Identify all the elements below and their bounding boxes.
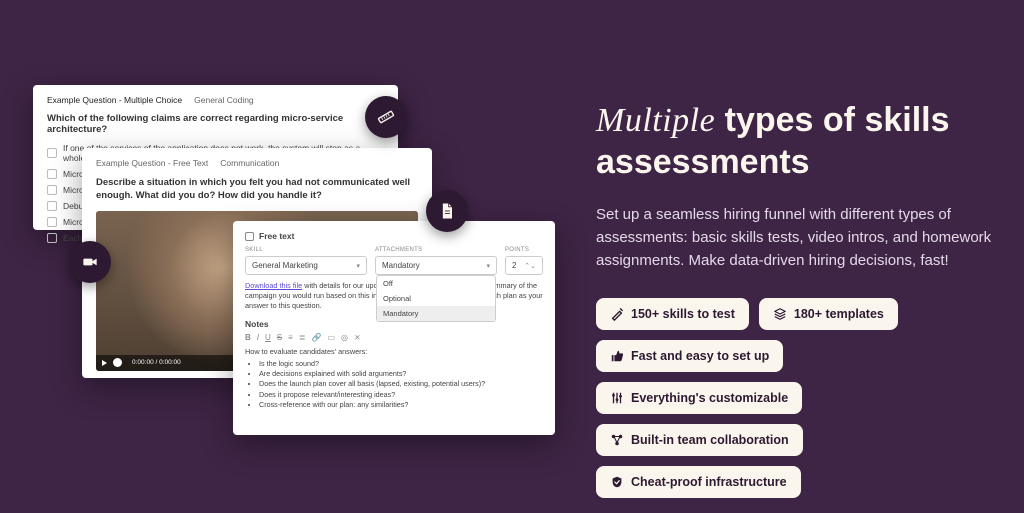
nodes-icon — [610, 433, 624, 447]
ruler-icon — [376, 107, 396, 127]
points-label: POINTS — [505, 247, 543, 253]
pill-templates[interactable]: 180+ templates — [759, 298, 898, 330]
thumb-icon — [610, 349, 624, 363]
list-item: Are decisions explained with solid argum… — [259, 369, 543, 379]
volume-icon[interactable] — [113, 358, 122, 367]
page-title: Multiple types of skills assessments — [596, 100, 996, 183]
strike-button[interactable]: S — [277, 333, 282, 342]
video-camera-icon — [80, 252, 100, 272]
editor-title: Free text — [259, 231, 294, 241]
mc-question: Which of the following claims are correc… — [47, 113, 384, 135]
ft-tab-2: Communication — [220, 158, 279, 168]
list-item: Does it propose relevant/interesting ide… — [259, 390, 543, 400]
option-optional[interactable]: Optional — [377, 291, 495, 306]
checkbox-icon — [245, 232, 254, 241]
video-time: 0:00:00 / 0:00:00 — [132, 359, 181, 366]
checkbox-icon — [47, 217, 57, 227]
rich-text-toolbar: B I U S ≡ ≣ 🔗 ▭ ◎ ⨯ — [245, 333, 543, 342]
checkbox-icon — [47, 148, 57, 158]
mc-tab-1: Example Question - Multiple Choice — [47, 95, 182, 105]
chevron-down-icon: ▾ — [486, 262, 490, 270]
attachments-select[interactable]: Mandatory▾ Off Optional Mandatory — [375, 256, 497, 275]
option-mandatory[interactable]: Mandatory — [377, 306, 495, 321]
clear-button[interactable]: ⨯ — [354, 333, 361, 342]
camera-badge — [69, 241, 111, 283]
ft-question: Describe a situation in which you felt y… — [96, 177, 418, 203]
underline-button[interactable]: U — [265, 333, 271, 342]
skill-select[interactable]: General Marketing▾ — [245, 256, 367, 275]
option-off[interactable]: Off — [377, 276, 495, 291]
document-icon — [437, 201, 457, 221]
stack-icon — [773, 307, 787, 321]
skill-label: SKILL — [245, 247, 367, 253]
list-number-button[interactable]: ≣ — [299, 333, 306, 342]
wand-icon — [610, 307, 624, 321]
points-input[interactable]: 2⌃⌄ — [505, 256, 543, 275]
attach-button[interactable]: ◎ — [341, 333, 348, 342]
list-item: Cross-reference with our plan: any simil… — [259, 400, 543, 410]
attachments-dropdown: Off Optional Mandatory — [376, 275, 496, 322]
feature-col: Multiple types of skills assessments Set… — [596, 100, 996, 498]
sliders-icon — [610, 391, 624, 405]
checkbox-icon — [47, 201, 57, 211]
shield-icon — [610, 475, 624, 489]
document-badge — [426, 190, 468, 232]
ft-tab-1: Example Question - Free Text — [96, 158, 208, 168]
list-bullet-button[interactable]: ≡ — [288, 333, 293, 342]
pill-collab[interactable]: Built-in team collaboration — [596, 424, 803, 456]
eval-intro: How to evaluate candidates' answers: — [245, 347, 543, 356]
ruler-badge — [365, 96, 407, 138]
eval-list: Is the logic sound? Are decisions explai… — [245, 359, 543, 411]
stepper-icon: ⌃⌄ — [524, 262, 536, 270]
mc-tab-2: General Coding — [194, 95, 254, 105]
chevron-down-icon: ▾ — [356, 262, 360, 270]
list-item: Is the logic sound? — [259, 359, 543, 369]
bold-button[interactable]: B — [245, 333, 251, 342]
list-item: Does the launch plan cover all basis (la… — [259, 379, 543, 389]
feature-pills: 150+ skills to test 180+ templates Fast … — [596, 298, 996, 498]
link-button[interactable]: 🔗 — [312, 333, 322, 342]
checkbox-icon — [47, 169, 57, 179]
checkbox-icon — [47, 233, 57, 243]
pill-cheat[interactable]: Cheat-proof infrastructure — [596, 466, 801, 498]
image-button[interactable]: ▭ — [327, 333, 335, 342]
feature-description: Set up a seamless hiring funnel with dif… — [596, 203, 996, 273]
pill-custom[interactable]: Everything's customizable — [596, 382, 802, 414]
play-icon[interactable] — [102, 360, 107, 366]
attachments-label: ATTACHMENTS — [375, 247, 497, 253]
free-text-editor-card: Free text SKILL General Marketing▾ ATTAC… — [233, 221, 555, 435]
checkbox-icon — [47, 185, 57, 195]
italic-button[interactable]: I — [257, 333, 259, 342]
pill-skills[interactable]: 150+ skills to test — [596, 298, 749, 330]
download-link[interactable]: Download this file — [245, 281, 302, 290]
pill-fast[interactable]: Fast and easy to set up — [596, 340, 783, 372]
